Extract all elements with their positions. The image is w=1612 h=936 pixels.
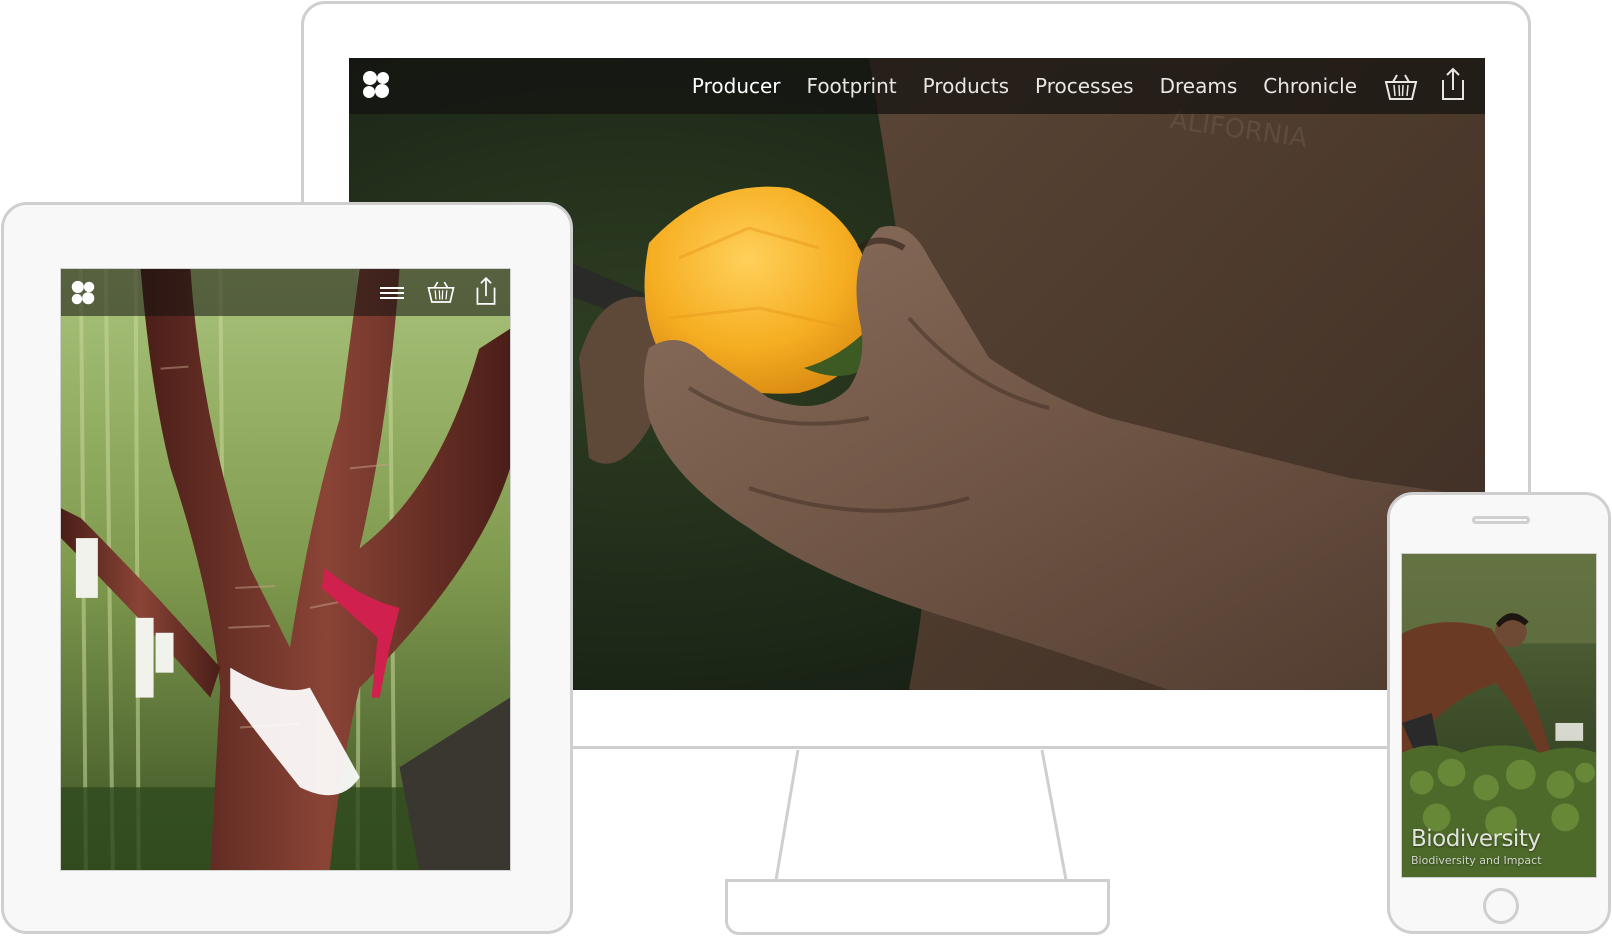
tablet-hero-image — [61, 269, 510, 870]
nav-item-products[interactable]: Products — [923, 74, 1009, 98]
nav-item-processes[interactable]: Processes — [1035, 74, 1134, 98]
clover-logo-icon[interactable] — [361, 70, 391, 100]
phone-screen: Biodiversity Biodiversity and Impact — [1401, 553, 1597, 878]
basket-icon[interactable] — [1383, 72, 1419, 102]
hamburger-menu-icon[interactable] — [378, 281, 406, 305]
nav-item-chronicle[interactable]: Chronicle — [1263, 74, 1357, 98]
nav-item-footprint[interactable]: Footprint — [807, 74, 897, 98]
phone-home-button[interactable] — [1483, 888, 1519, 924]
basket-icon[interactable] — [426, 279, 456, 305]
desktop-nav-links: Producer Footprint Products Processes Dr… — [692, 58, 1357, 114]
phone-speaker — [1472, 516, 1530, 524]
phone-caption-title[interactable]: Biodiversity — [1411, 826, 1542, 852]
share-icon[interactable] — [474, 275, 498, 307]
tablet-screen — [60, 268, 511, 871]
monitor-stand-base — [725, 879, 1110, 935]
nav-item-dreams[interactable]: Dreams — [1160, 74, 1238, 98]
nav-item-producer[interactable]: Producer — [692, 74, 781, 98]
phone-caption: Biodiversity Biodiversity and Impact — [1411, 826, 1542, 867]
share-icon[interactable] — [1439, 66, 1467, 102]
clover-logo-icon[interactable] — [70, 280, 96, 306]
desktop-nav-bar: Producer Footprint Products Processes Dr… — [349, 58, 1485, 114]
tablet-nav-bar — [61, 269, 510, 316]
phone-caption-subtitle: Biodiversity and Impact — [1411, 854, 1542, 867]
